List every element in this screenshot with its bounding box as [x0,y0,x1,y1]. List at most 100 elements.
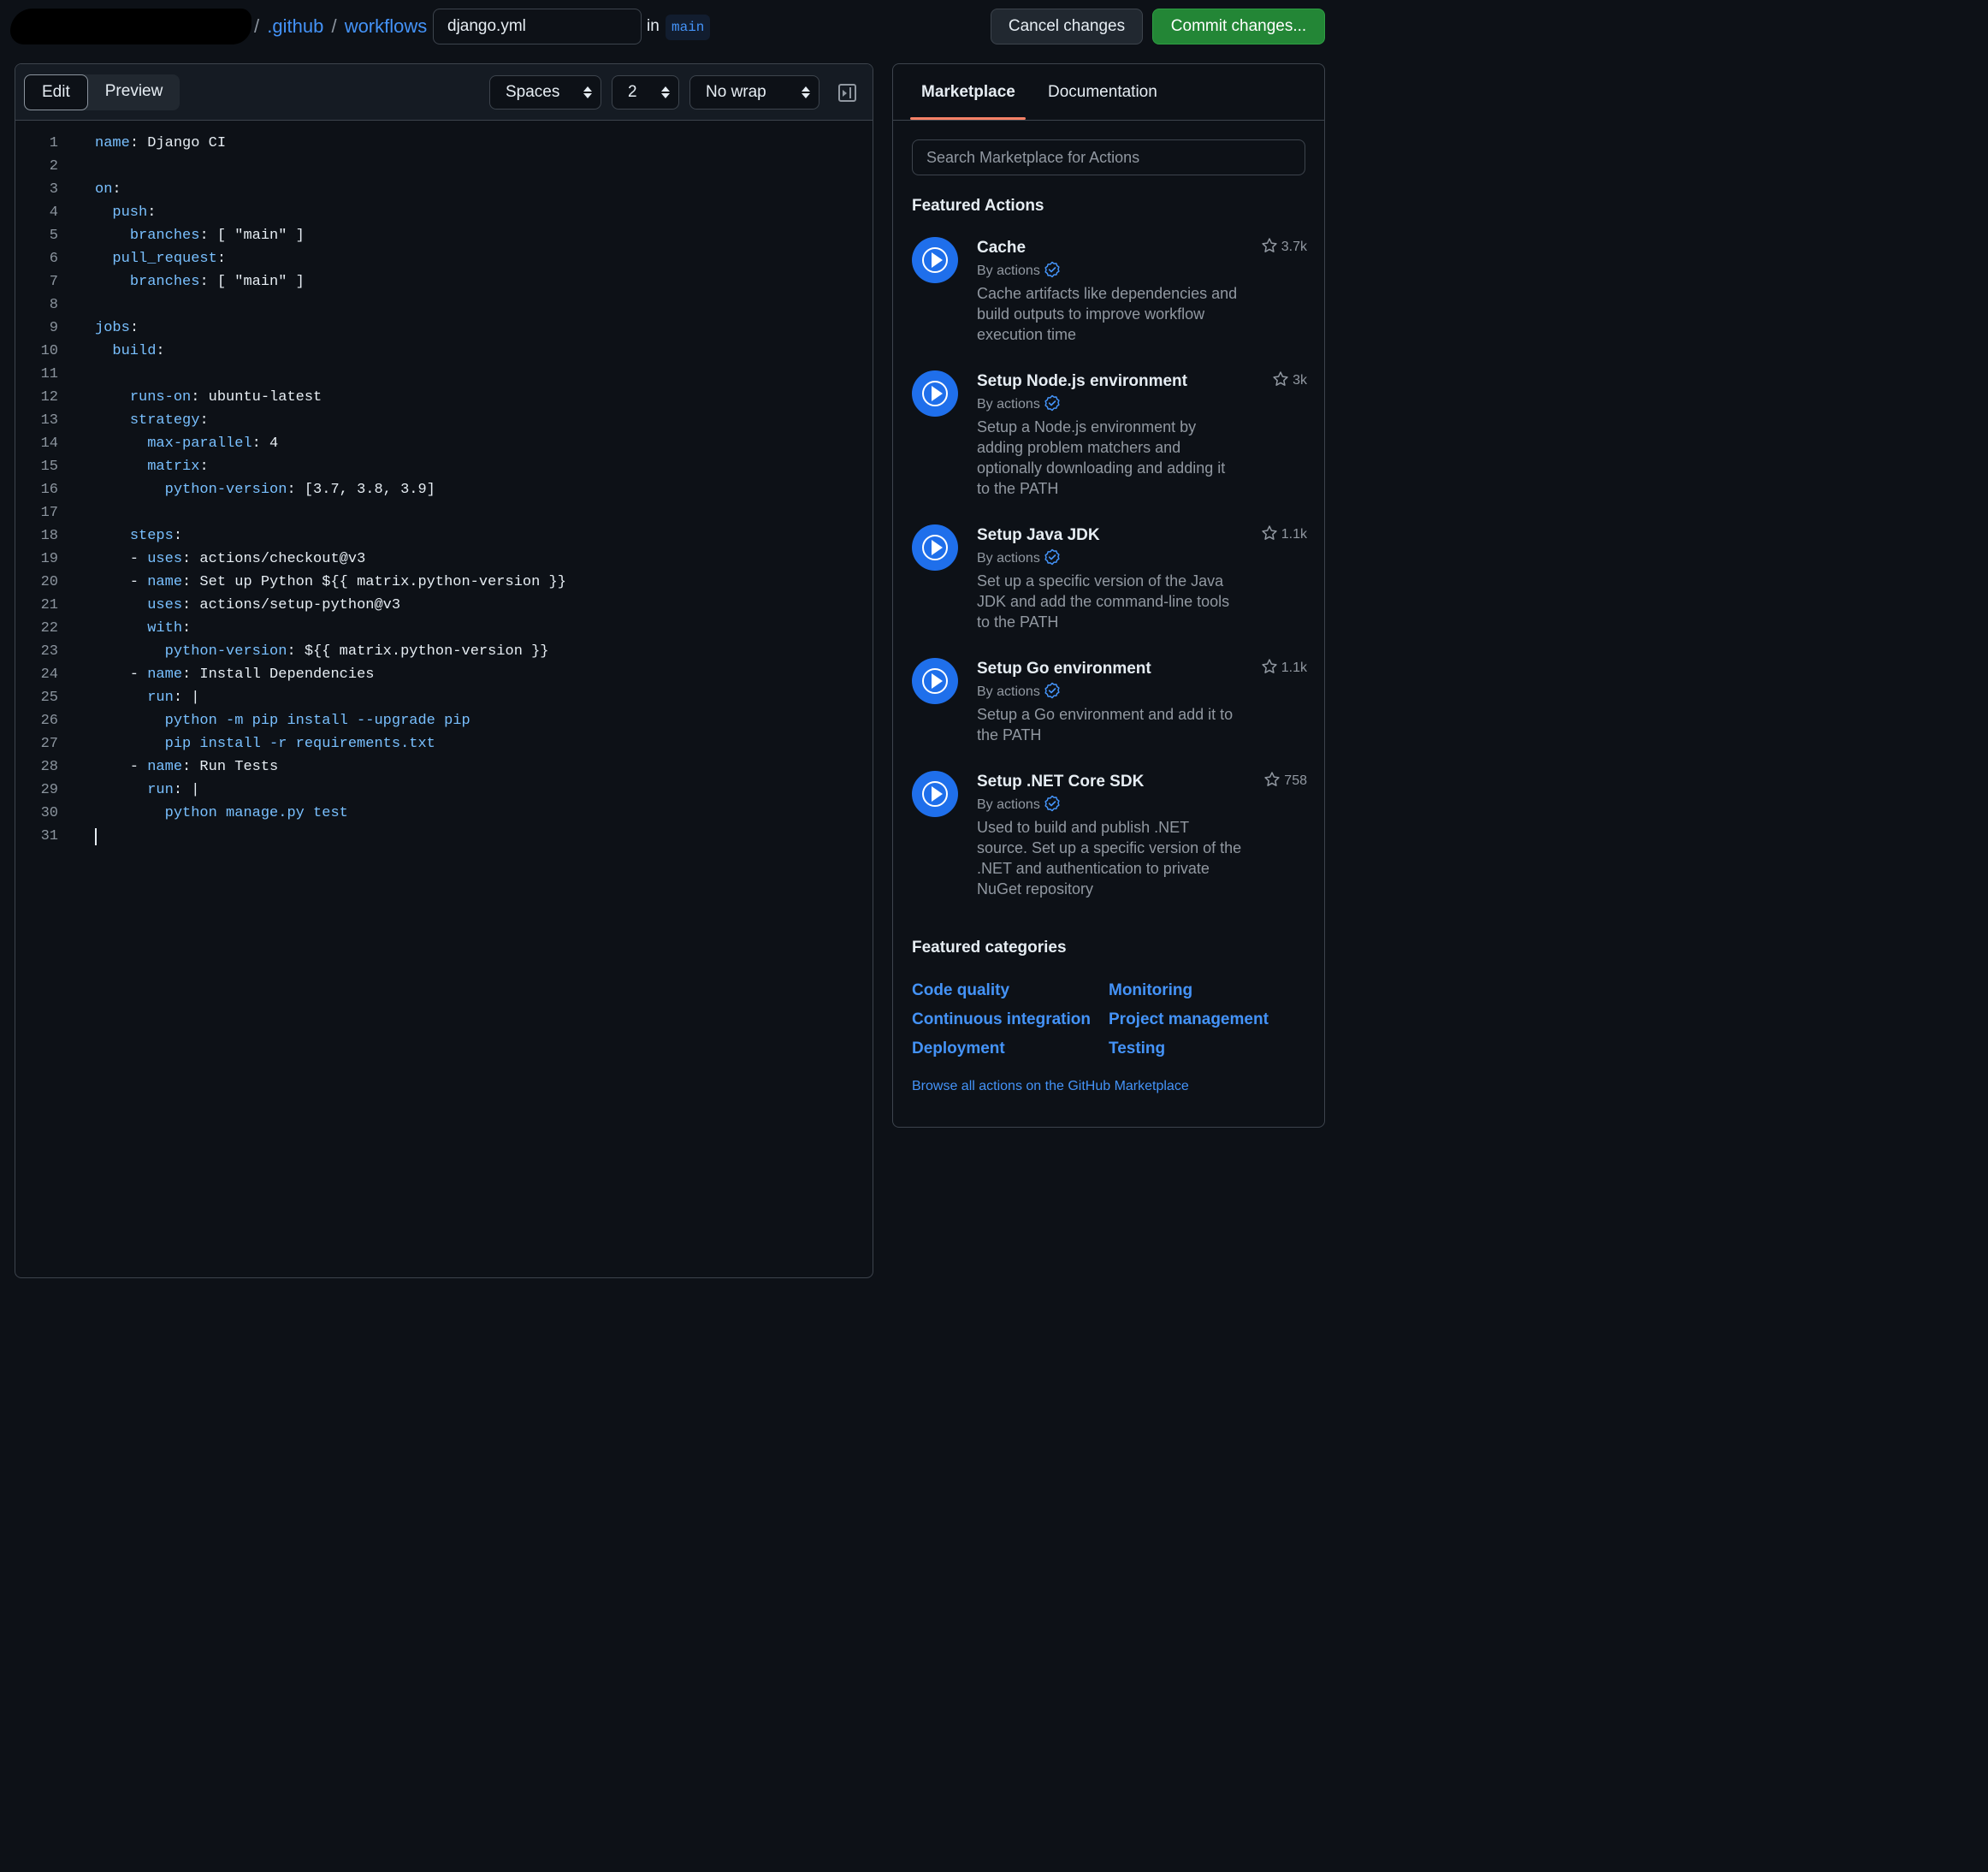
code-line: 27 pip install -r requirements.txt [15,732,873,755]
line-number: 17 [40,505,58,521]
indent-size-select[interactable]: 2 [612,75,679,110]
line-number: 29 [40,782,58,798]
code-text: uses: actions/setup-python@v3 [147,597,401,613]
verified-badge-icon [1044,548,1061,566]
redacted-repo-name [10,9,251,44]
code-line: 7 branches: [ "main" ] [15,270,873,293]
line-number: 1 [49,135,58,151]
action-author: By actions [977,548,1061,566]
action-author-text: By actions [977,551,1040,566]
code-line: 24 - name: Install Dependencies [15,663,873,686]
star-count: 758 [1284,773,1307,788]
line-number: 12 [40,389,58,406]
code-line: 16 python-version: [3.7, 3.8, 3.9] [15,478,873,501]
breadcrumb-github[interactable]: .github [267,15,323,37]
code-text: on: [95,181,121,198]
code-line: 9 jobs: [15,317,873,340]
breadcrumb-separator: / [254,15,260,37]
category-deployment[interactable]: Deployment [912,1040,1005,1058]
action-stars: 758 [1263,771,1307,789]
star-count: 3k [1293,373,1307,388]
play-icon [912,771,958,817]
star-icon [1261,525,1281,542]
code-text: python-version: ${{ matrix.python-versio… [164,643,549,660]
action-author: By actions [977,682,1061,700]
code-line: 13 strategy: [15,409,873,432]
code-line: 5 branches: [ "main" ] [15,224,873,247]
code-line: 19 - uses: actions/checkout@v3 [15,548,873,571]
category-code-quality[interactable]: Code quality [912,981,1009,1000]
tab-marketplace[interactable]: Marketplace [921,83,1015,102]
code-line: 20 - name: Set up Python ${{ matrix.pyth… [15,571,873,594]
code-line: 30 python manage.py test [15,802,873,825]
verified-badge-icon [1044,261,1061,278]
tab-edit[interactable]: Edit [24,74,88,110]
code-text: matrix: [147,459,209,475]
code-text: branches: [ "main" ] [129,228,305,244]
code-area[interactable]: 1 name: Django CI 2 3 on: 4 push: 5 branches: … [15,132,873,848]
action-author: By actions [977,394,1061,412]
code-text: push: [112,204,157,221]
line-number: 28 [40,759,58,775]
wrap-mode-select[interactable]: No wrap [689,75,819,110]
breadcrumb: / .github / workflows / [251,12,443,41]
code-line: 23 python-version: ${{ matrix.python-ver… [15,640,873,663]
code-text: - name: Run Tests [95,759,279,775]
code-line: 17 [15,501,873,524]
branch-badge: main [666,15,711,40]
category-continuous-integration[interactable]: Continuous integration [912,1010,1091,1029]
code-text: python -m pip install --upgrade pip [164,713,470,729]
commit-changes-button[interactable]: Commit changes... [1152,9,1325,44]
code-line: 14 max-parallel: 4 [15,432,873,455]
code-line: 8 [15,293,873,317]
action-author-text: By actions [977,797,1040,812]
play-icon [912,524,958,571]
line-number: 16 [40,482,58,498]
code-line: 2 [15,155,873,178]
tab-documentation[interactable]: Documentation [1048,83,1157,102]
star-count: 1.1k [1281,527,1307,542]
in-label: in [647,17,660,35]
code-text: with: [147,620,192,637]
action-title[interactable]: Setup .NET Core SDK [977,773,1144,791]
indent-mode-select[interactable]: Spaces [489,75,601,110]
cancel-changes-button[interactable]: Cancel changes [991,9,1143,44]
category-project-management[interactable]: Project management [1109,1010,1269,1029]
action-description: Setup a Node.js environment by adding pr… [977,418,1226,497]
line-number: 23 [40,643,58,660]
line-number: 30 [40,805,58,821]
category-testing[interactable]: Testing [1109,1040,1165,1058]
select-arrows-icon [802,84,810,101]
action-title[interactable]: Setup Node.js environment [977,372,1187,391]
marketplace-search-input[interactable] [912,139,1305,175]
breadcrumb-separator: / [331,15,337,37]
line-number: 7 [49,274,58,290]
line-number: 24 [40,666,58,683]
marketplace-sidebar: Marketplace Documentation Featured Actio… [892,63,1325,1128]
code-line: 26 python -m pip install --upgrade pip [15,709,873,732]
play-icon [912,237,958,283]
action-title[interactable]: Setup Java JDK [977,526,1100,545]
code-line: 6 pull_request: [15,247,873,270]
filename-input[interactable] [433,9,642,44]
code-editor-panel: Edit Preview Spaces 2 No wrap 1 name: Dja… [15,63,873,1278]
tab-preview[interactable]: Preview [88,74,180,110]
star-icon [1263,772,1284,788]
verified-badge-icon [1044,394,1061,412]
sidebar-toggle-icon[interactable] [838,84,856,102]
category-monitoring[interactable]: Monitoring [1109,981,1192,1000]
line-number: 2 [49,158,58,175]
browse-marketplace-link[interactable]: Browse all actions on the GitHub Marketp… [912,1079,1189,1094]
action-title[interactable]: Cache [977,239,1026,258]
action-title[interactable]: Setup Go environment [977,660,1151,678]
action-stars: 3.7k [1261,237,1307,255]
line-number: 10 [40,343,58,359]
breadcrumb-workflows[interactable]: workflows [345,15,428,37]
line-number: 26 [40,713,58,729]
code-line: 25 run: | [15,686,873,709]
action-author-text: By actions [977,684,1040,699]
sidebar-tabs: Marketplace Documentation [893,64,1324,121]
play-icon [912,370,958,417]
code-text: python-version: [3.7, 3.8, 3.9] [164,482,435,498]
code-line: 21 uses: actions/setup-python@v3 [15,594,873,617]
